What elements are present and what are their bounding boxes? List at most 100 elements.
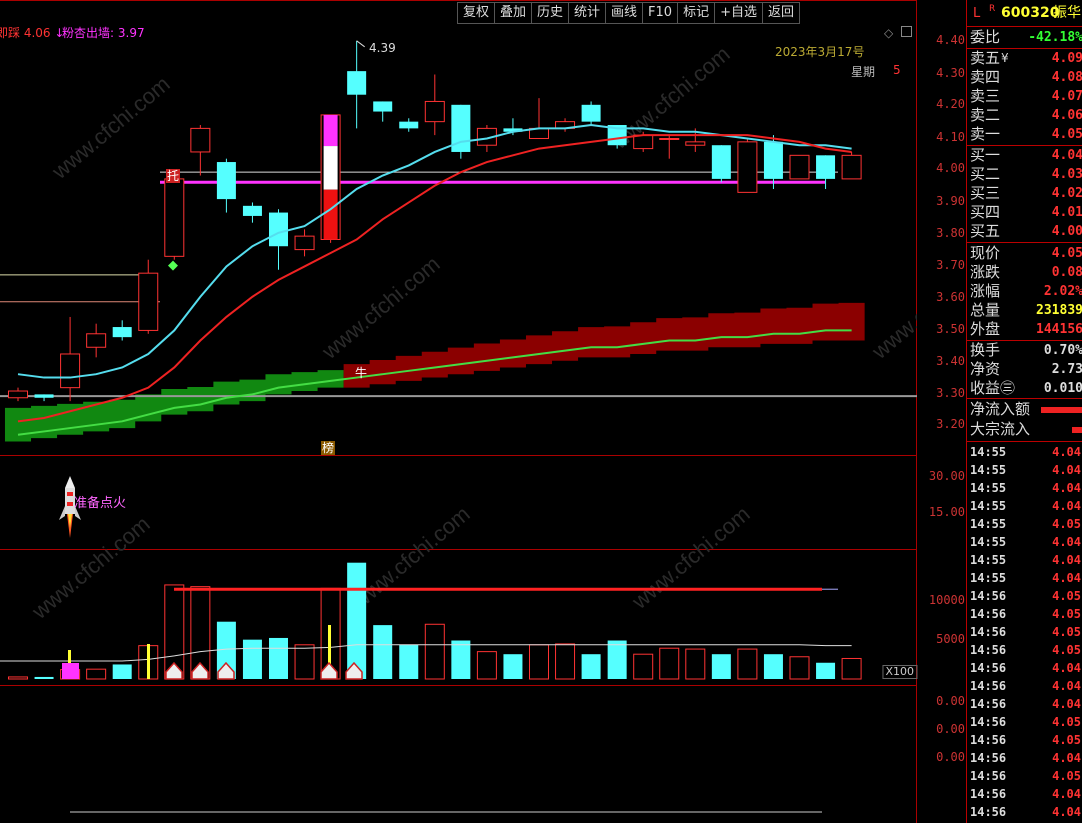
stat-row-value: 231839 xyxy=(1036,303,1082,318)
macd-tick-label: 0.00 xyxy=(936,694,965,708)
candle-body xyxy=(685,141,706,146)
tick-row: 14:56 4.05 xyxy=(967,605,1082,623)
diamond-signal-icon: ◆ xyxy=(168,258,178,273)
tick-time: 14:56 xyxy=(970,769,1007,783)
ask-row: 卖五 4.09 ¥ xyxy=(967,49,1082,68)
tick-row: 14:56 4.05 xyxy=(967,731,1082,749)
flow-bar xyxy=(1072,427,1082,433)
tick-price: 4.04 xyxy=(1052,661,1081,675)
price-tick-label: 4.30 xyxy=(936,66,965,80)
tick-price: 4.05 xyxy=(1052,517,1081,531)
volume-bar xyxy=(451,640,471,679)
window-icon[interactable] xyxy=(901,26,912,37)
flow-row-label: 净流入额 xyxy=(970,400,1031,418)
tick-time: 14:55 xyxy=(970,571,1007,585)
toolbar-stats-button[interactable]: 统计 xyxy=(569,3,607,23)
tick-time: 14:56 xyxy=(970,733,1007,747)
volume-bar xyxy=(373,625,393,679)
tick-time: 14:56 xyxy=(970,805,1007,819)
stock-name[interactable]: 振华 xyxy=(1053,4,1081,23)
watermark-text: www.cfchi.com xyxy=(866,251,917,364)
macd-tick-label: 0.00 xyxy=(936,750,965,764)
tick-time: 14:56 xyxy=(970,625,1007,639)
price-tick-label: 4.00 xyxy=(936,161,965,175)
toolbar-history-button[interactable]: 历史 xyxy=(531,3,569,23)
watermark-text: www.cfchi.com xyxy=(46,71,174,184)
tick-price: 4.05 xyxy=(1052,625,1081,639)
bid-row: 买一 4.04 xyxy=(967,146,1082,165)
chart-toolbar: 复权 叠加 历史 统计 画线 F10 标记 +自选 返回 xyxy=(456,2,800,24)
tick-time: 14:56 xyxy=(970,607,1007,621)
tick-row: 14:55 4.04 xyxy=(967,461,1082,479)
toolbar-add-watchlist-button[interactable]: +自选 xyxy=(715,3,763,23)
volume-bar xyxy=(424,623,445,680)
stock-code[interactable]: 600320 xyxy=(1001,4,1059,23)
bid-row: 买五 4.00 xyxy=(967,222,1082,241)
tick-price: 4.04 xyxy=(1052,787,1081,801)
price-tick-label: 4.20 xyxy=(936,97,965,111)
candle-body xyxy=(34,394,54,398)
kline-chart-area[interactable]: www.cfchi.com www.cfchi.com www.cfchi.com w… xyxy=(0,0,917,823)
tick-time: 14:55 xyxy=(970,535,1007,549)
volume-bar xyxy=(737,648,758,680)
candle-body xyxy=(164,178,185,257)
volume-bar xyxy=(294,644,315,680)
stat-row-value: 4.05 xyxy=(1051,246,1082,261)
volume-bar xyxy=(112,664,132,679)
tick-row: 14:56 4.04 xyxy=(967,677,1082,695)
kline-chart[interactable]: www.cfchi.com www.cfchi.com www.cfchi.com w… xyxy=(0,0,917,823)
yellow-signal-bar xyxy=(147,644,150,679)
indicator-tick-label: 30.00 xyxy=(928,469,965,483)
toolbar-overlay-button[interactable]: 叠加 xyxy=(494,3,532,23)
tick-row: 14:56 4.05 xyxy=(967,587,1082,605)
tick-price: 4.04 xyxy=(1052,697,1081,711)
indicator-legend-1: 即踩 4.06 ↓ xyxy=(0,24,64,41)
tick-row: 14:56 4.05 xyxy=(967,623,1082,641)
candle-body xyxy=(399,121,419,129)
toolbar-f10-button[interactable]: F10 xyxy=(643,3,679,23)
magenta-signal-bar xyxy=(62,663,79,679)
volume-tick-label: 5000 xyxy=(936,632,965,646)
stat2-row-value: 0.010 xyxy=(1043,381,1082,396)
price-tick-label: 3.30 xyxy=(936,386,965,400)
tick-row: 14:55 4.04 xyxy=(967,443,1082,461)
bid-row-label: 买四 xyxy=(970,203,1001,221)
volume-bar xyxy=(503,654,523,679)
toolbar-fuquan-button[interactable]: 复权 xyxy=(457,3,495,23)
stat-row-label: 外盘 xyxy=(970,320,1001,338)
toolbar-draw-button[interactable]: 画线 xyxy=(606,3,644,23)
watermark-text: www.cfchi.com xyxy=(26,511,154,624)
highlight-candle-segment xyxy=(323,146,338,190)
volume-bar xyxy=(399,644,419,679)
tick-price: 4.04 xyxy=(1052,805,1081,819)
bid-row-value: 4.00 xyxy=(1051,224,1082,239)
diamond-icon[interactable]: ◇ xyxy=(884,26,893,40)
candle-body xyxy=(190,127,211,153)
tick-price: 4.04 xyxy=(1052,535,1081,549)
ask-row-value: 4.07 xyxy=(1051,89,1082,104)
tick-price: 4.05 xyxy=(1052,643,1081,657)
volume-bar xyxy=(269,637,288,679)
stat2-row-label: 收益㊂ xyxy=(970,379,1016,397)
candle-body xyxy=(633,134,654,150)
candle-body xyxy=(8,390,28,399)
flow-bar xyxy=(1041,407,1082,413)
tick-price: 4.05 xyxy=(1052,589,1081,603)
candle-body xyxy=(711,145,731,179)
volume-bar xyxy=(607,640,627,679)
peak-price-label: 4.39 xyxy=(369,41,396,55)
tick-row: 14:55 4.04 xyxy=(967,497,1082,515)
tick-row: 14:55 4.05 xyxy=(967,515,1082,533)
weibi-value: -42.18% xyxy=(1028,30,1082,45)
tick-time: 14:55 xyxy=(970,553,1007,567)
highlight-candle-segment xyxy=(323,114,338,147)
tick-row: 14:56 4.04 xyxy=(967,803,1082,821)
toolbar-mark-button[interactable]: 标记 xyxy=(678,3,716,23)
flow-row-label: 大宗流入 xyxy=(970,420,1031,438)
price-tick-label: 4.40 xyxy=(936,33,965,47)
toolbar-back-button[interactable]: 返回 xyxy=(762,3,799,23)
tick-time: 14:55 xyxy=(970,499,1007,513)
volume-bar xyxy=(476,651,497,680)
candle-body xyxy=(841,154,862,180)
ask-row-value: 4.08 xyxy=(1051,70,1082,85)
